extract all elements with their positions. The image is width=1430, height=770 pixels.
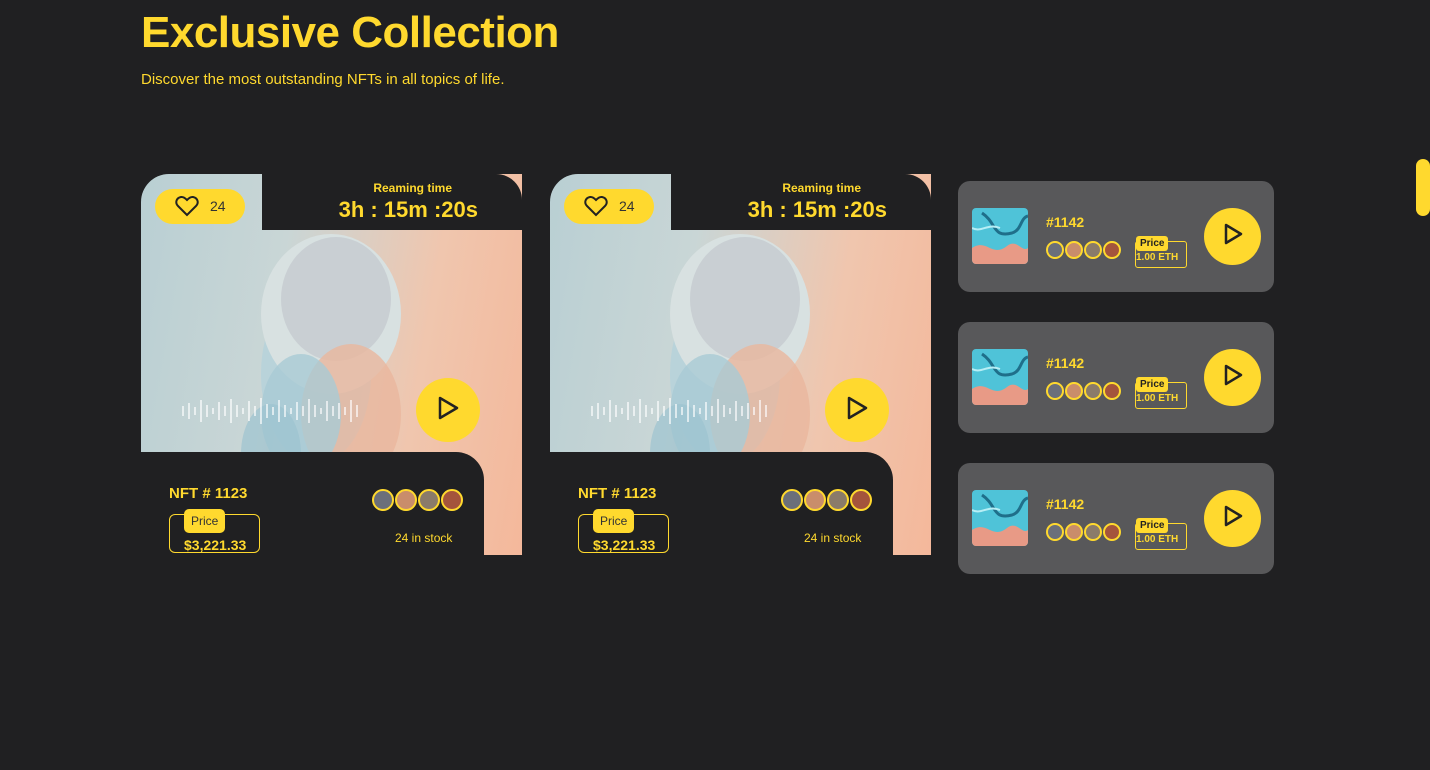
nft-info-panel: NFT # 1123 Price $3,221.33 24 in stock (141, 452, 484, 555)
owner-avatars (781, 489, 873, 511)
nft-info-panel: NFT # 1123 Price $3,221.33 24 in stock (550, 452, 893, 555)
price-label: Price (1136, 377, 1169, 392)
nft-name: NFT # 1123 (578, 485, 657, 502)
nft-thumbnail (972, 349, 1028, 405)
nft-name: #1142 (1046, 355, 1085, 371)
remaining-time-value: 3h : 15m :20s (338, 197, 478, 222)
scrollbar-thumb[interactable] (1416, 159, 1430, 216)
owner-avatars (372, 489, 464, 511)
play-button[interactable] (1204, 208, 1261, 265)
nft-list-item[interactable]: #1142 Price 1.00 ETH (958, 181, 1274, 292)
owner-avatars (1046, 523, 1122, 541)
heart-icon (175, 195, 199, 222)
avatar (1103, 241, 1121, 259)
countdown-panel: Reaming time 3h : 15m :20s (262, 174, 522, 230)
play-button[interactable] (1204, 349, 1261, 406)
stock-count: 24 in stock (395, 531, 453, 545)
price-box: Price $3,221.33 (169, 509, 260, 553)
play-button[interactable] (1204, 490, 1261, 547)
price-value: $3,221.33 (184, 537, 247, 553)
like-button[interactable]: 24 (155, 189, 245, 224)
avatar (1103, 523, 1121, 541)
avatar (372, 489, 394, 511)
avatar (1046, 382, 1064, 400)
like-count: 24 (619, 198, 635, 214)
countdown-panel: Reaming time 3h : 15m :20s (671, 174, 931, 230)
play-icon (846, 396, 868, 425)
heart-icon (584, 195, 608, 222)
nft-name: NFT # 1123 (169, 485, 248, 502)
price-box: Price 1.00 ETH (1135, 236, 1187, 268)
avatar (1084, 241, 1102, 259)
nft-thumbnail (972, 490, 1028, 546)
play-icon (1223, 505, 1243, 532)
remaining-time-label: Reaming time (782, 181, 861, 195)
avatar (1084, 523, 1102, 541)
price-label: Price (1136, 236, 1169, 251)
featured-nft-card[interactable]: Reaming time 3h : 15m :20s 24 NFT # 1123 (550, 174, 931, 555)
avatar (1065, 382, 1083, 400)
play-icon (1223, 223, 1243, 250)
play-button[interactable] (825, 378, 889, 442)
price-label: Price (184, 509, 226, 533)
avatar (1065, 523, 1083, 541)
avatar (1065, 241, 1083, 259)
price-value: $3,221.33 (593, 537, 656, 553)
price-value: 1.00 ETH (1136, 393, 1179, 404)
price-label: Price (593, 509, 635, 533)
owner-avatars (1046, 382, 1122, 400)
price-value: 1.00 ETH (1136, 252, 1179, 263)
nft-name: #1142 (1046, 214, 1085, 230)
remaining-time-label: Reaming time (373, 181, 452, 195)
featured-nft-card[interactable]: Reaming time 3h : 15m :20s 24 NFT # 1123 (141, 174, 522, 555)
play-icon (1223, 364, 1243, 391)
like-button[interactable]: 24 (564, 189, 654, 224)
nft-name: #1142 (1046, 496, 1085, 512)
price-label: Price (1136, 518, 1169, 533)
nft-list-item[interactable]: #1142 Price 1.00 ETH (958, 463, 1274, 574)
avatar (1103, 382, 1121, 400)
avatar (781, 489, 803, 511)
audio-waveform (182, 398, 358, 424)
price-value: 1.00 ETH (1136, 534, 1179, 545)
play-icon (437, 396, 459, 425)
play-button[interactable] (416, 378, 480, 442)
page-title: Exclusive Collection (141, 8, 559, 57)
avatar (804, 489, 826, 511)
page-subtitle: Discover the most outstanding NFTs in al… (141, 71, 505, 88)
audio-waveform (591, 398, 767, 424)
stock-count: 24 in stock (804, 531, 862, 545)
avatar (1084, 382, 1102, 400)
avatar (418, 489, 440, 511)
nft-list-item[interactable]: #1142 Price 1.00 ETH (958, 322, 1274, 433)
price-box: Price 1.00 ETH (1135, 377, 1187, 409)
like-count: 24 (210, 198, 226, 214)
avatar (1046, 523, 1064, 541)
avatar (441, 489, 463, 511)
avatar (395, 489, 417, 511)
owner-avatars (1046, 241, 1122, 259)
price-box: Price 1.00 ETH (1135, 518, 1187, 550)
remaining-time-value: 3h : 15m :20s (747, 197, 887, 222)
nft-thumbnail (972, 208, 1028, 264)
avatar (827, 489, 849, 511)
price-box: Price $3,221.33 (578, 509, 669, 553)
avatar (1046, 241, 1064, 259)
avatar (850, 489, 872, 511)
